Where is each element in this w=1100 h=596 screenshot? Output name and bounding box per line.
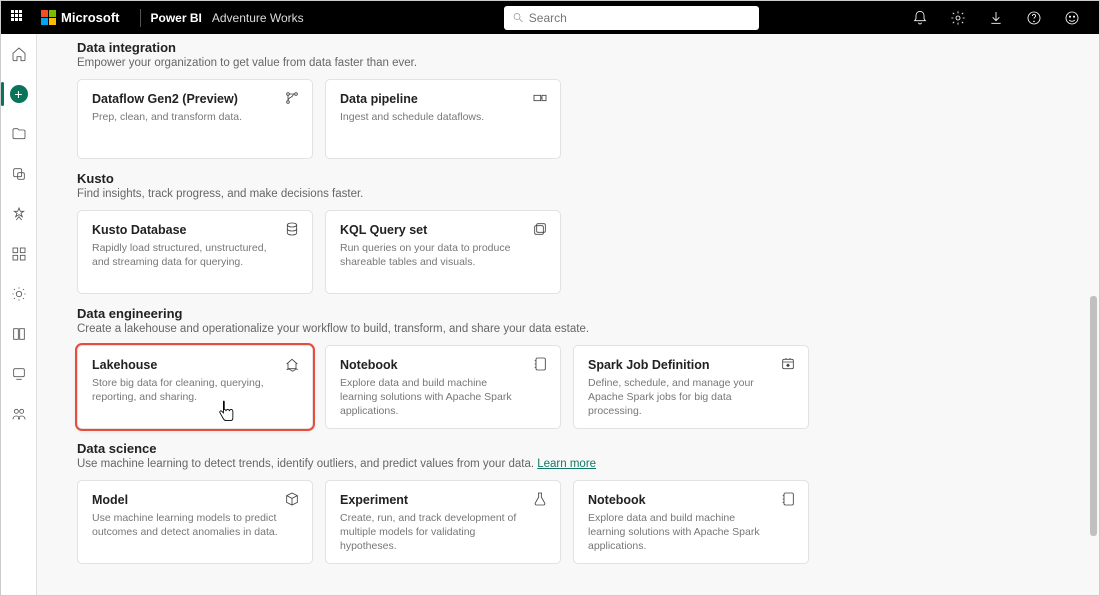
- section-subtitle: Create a lakehouse and operationalize yo…: [77, 323, 1087, 335]
- apps-icon[interactable]: [5, 240, 33, 268]
- card-title: Data pipeline: [340, 92, 546, 106]
- section-subtitle: Find insights, track progress, and make …: [77, 188, 1087, 200]
- app-root: Microsoft Power BI Adventure Works +: [0, 0, 1100, 596]
- branch-icon: [284, 90, 300, 106]
- lakehouse-icon: [284, 356, 300, 372]
- section-kusto: Kusto Find insights, track progress, and…: [77, 171, 1087, 294]
- card-title: Experiment: [340, 493, 546, 507]
- onelake-icon[interactable]: [5, 160, 33, 188]
- card-dataflow-gen2[interactable]: Dataflow Gen2 (Preview) Prep, clean, and…: [77, 79, 313, 159]
- settings-icon[interactable]: [949, 9, 967, 27]
- home-icon[interactable]: [5, 40, 33, 68]
- section-title: Kusto: [77, 171, 1087, 186]
- card-spark-job[interactable]: Spark Job Definition Define, schedule, a…: [573, 345, 809, 429]
- notebook-icon: [532, 356, 548, 372]
- model-icon: [284, 491, 300, 507]
- notebook-icon: [780, 491, 796, 507]
- section-data-integration: Data integration Empower your organizati…: [77, 40, 1087, 159]
- card-notebook-eng[interactable]: Notebook Explore data and build machine …: [325, 345, 561, 429]
- card-desc: Ingest and schedule dataflows.: [340, 110, 546, 124]
- card-title: KQL Query set: [340, 223, 546, 237]
- card-kusto-database[interactable]: Kusto Database Rapidly load structured, …: [77, 210, 313, 294]
- section-data-science: Data science Use machine learning to det…: [77, 441, 1087, 564]
- card-lakehouse[interactable]: Lakehouse Store big data for cleaning, q…: [77, 345, 313, 429]
- main-content[interactable]: Data integration Empower your organizati…: [37, 34, 1099, 595]
- microsoft-logo-icon: [41, 10, 56, 25]
- section-title: Data science: [77, 441, 1087, 456]
- section-title: Data integration: [77, 40, 1087, 55]
- scrollbar-thumb[interactable]: [1090, 296, 1097, 536]
- product-label: Power BI: [151, 11, 202, 25]
- microsoft-label: Microsoft: [61, 10, 120, 25]
- section-subtitle: Use machine learning to detect trends, i…: [77, 458, 1087, 470]
- card-desc: Rapidly load structured, unstructured, a…: [92, 241, 298, 269]
- database-icon: [284, 221, 300, 237]
- pipeline-icon: [532, 90, 548, 106]
- card-data-pipeline[interactable]: Data pipeline Ingest and schedule datafl…: [325, 79, 561, 159]
- card-title: Spark Job Definition: [588, 358, 794, 372]
- card-title: Model: [92, 493, 298, 507]
- card-title: Lakehouse: [92, 358, 298, 372]
- search-input[interactable]: [529, 11, 751, 25]
- search-box[interactable]: [504, 6, 759, 30]
- body-area: + Data integration Empower your organiza…: [1, 34, 1099, 595]
- learn-icon[interactable]: [5, 320, 33, 348]
- workspace-label: Adventure Works: [212, 11, 304, 25]
- queryset-icon: [532, 221, 548, 237]
- card-desc: Store big data for cleaning, querying, r…: [92, 376, 298, 404]
- help-icon[interactable]: [1025, 9, 1043, 27]
- topbar: Microsoft Power BI Adventure Works: [1, 1, 1099, 34]
- card-desc: Explore data and build machine learning …: [588, 511, 794, 554]
- section-data-engineering: Data engineering Create a lakehouse and …: [77, 306, 1087, 429]
- card-kql-query-set[interactable]: KQL Query set Run queries on your data t…: [325, 210, 561, 294]
- card-desc: Use machine learning models to predict o…: [92, 511, 298, 539]
- topbar-actions: [911, 9, 1089, 27]
- section-subtitle: Empower your organization to get value f…: [77, 57, 1087, 69]
- card-title: Notebook: [588, 493, 794, 507]
- scrollbar[interactable]: [1087, 36, 1097, 593]
- browse-icon[interactable]: [5, 120, 33, 148]
- card-notebook-sci[interactable]: Notebook Explore data and build machine …: [573, 480, 809, 564]
- notifications-icon[interactable]: [911, 9, 929, 27]
- card-desc: Define, schedule, and manage your Apache…: [588, 376, 794, 419]
- sparkjob-icon: [780, 356, 796, 372]
- app-launcher-icon[interactable]: [11, 10, 27, 26]
- monitoring-icon[interactable]: [5, 280, 33, 308]
- card-title: Kusto Database: [92, 223, 298, 237]
- my-workspace-icon[interactable]: [5, 400, 33, 428]
- search-icon: [512, 11, 524, 24]
- download-icon[interactable]: [987, 9, 1005, 27]
- experiment-icon: [532, 491, 548, 507]
- section-title: Data engineering: [77, 306, 1087, 321]
- card-title: Dataflow Gen2 (Preview): [92, 92, 298, 106]
- card-experiment[interactable]: Experiment Create, run, and track develo…: [325, 480, 561, 564]
- learn-more-link[interactable]: Learn more: [537, 458, 596, 470]
- workspaces-icon[interactable]: [5, 360, 33, 388]
- create-icon[interactable]: +: [5, 80, 33, 108]
- feedback-icon[interactable]: [1063, 9, 1081, 27]
- brand-divider: [140, 9, 141, 27]
- metrics-icon[interactable]: [5, 200, 33, 228]
- card-model[interactable]: Model Use machine learning models to pre…: [77, 480, 313, 564]
- card-desc: Run queries on your data to produce shar…: [340, 241, 546, 269]
- brand-block: Microsoft Power BI Adventure Works: [41, 9, 304, 27]
- card-desc: Explore data and build machine learning …: [340, 376, 546, 419]
- left-sidebar: +: [1, 34, 37, 595]
- card-title: Notebook: [340, 358, 546, 372]
- card-desc: Prep, clean, and transform data.: [92, 110, 298, 124]
- card-desc: Create, run, and track development of mu…: [340, 511, 546, 554]
